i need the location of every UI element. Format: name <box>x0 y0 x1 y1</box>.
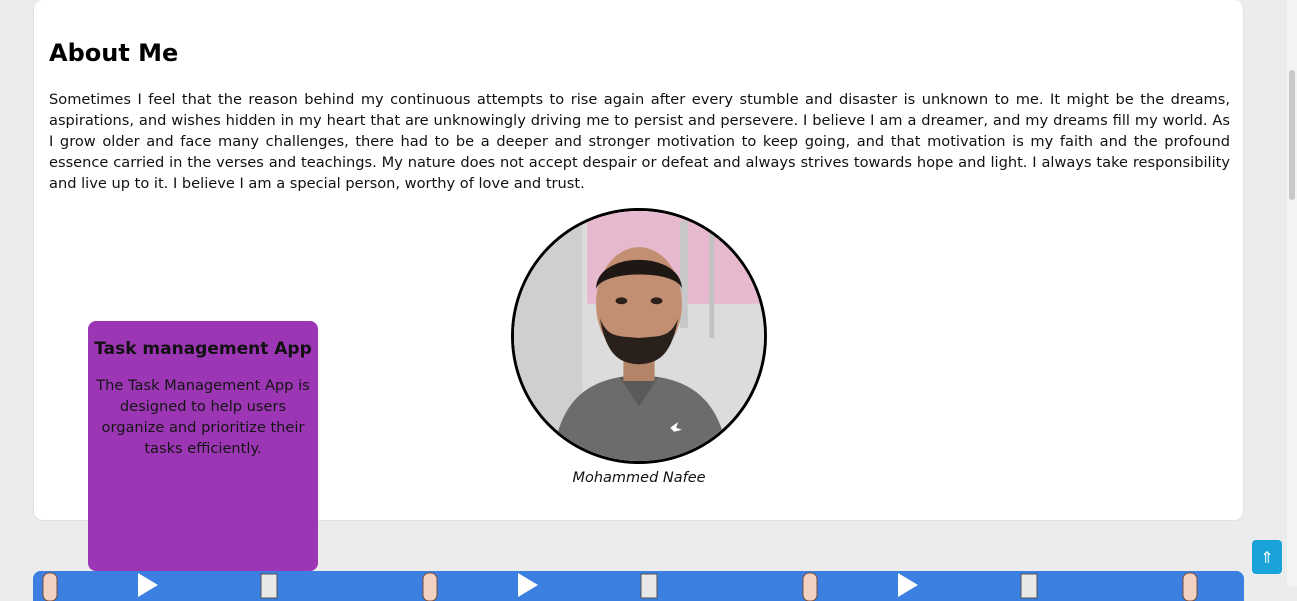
scroll-to-top-button[interactable]: ⇑ <box>1252 540 1282 574</box>
photo-caption: Mohammed Nafee <box>572 470 706 486</box>
page-scrollbar[interactable] <box>1287 0 1297 586</box>
projects-banner-image <box>33 571 1244 601</box>
about-paragraph: Sometimes I feel that the reason behind … <box>49 91 1230 192</box>
project-card[interactable]: Task management App The Task Management … <box>88 321 318 571</box>
about-title: About Me <box>49 39 179 67</box>
project-card-description: The Task Management App is designed to h… <box>96 377 310 457</box>
project-card-title: Task management App <box>94 339 312 359</box>
scrollbar-thumb[interactable] <box>1289 70 1295 200</box>
profile-photo <box>511 208 767 464</box>
double-arrow-up-icon: ⇑ <box>1260 547 1274 567</box>
